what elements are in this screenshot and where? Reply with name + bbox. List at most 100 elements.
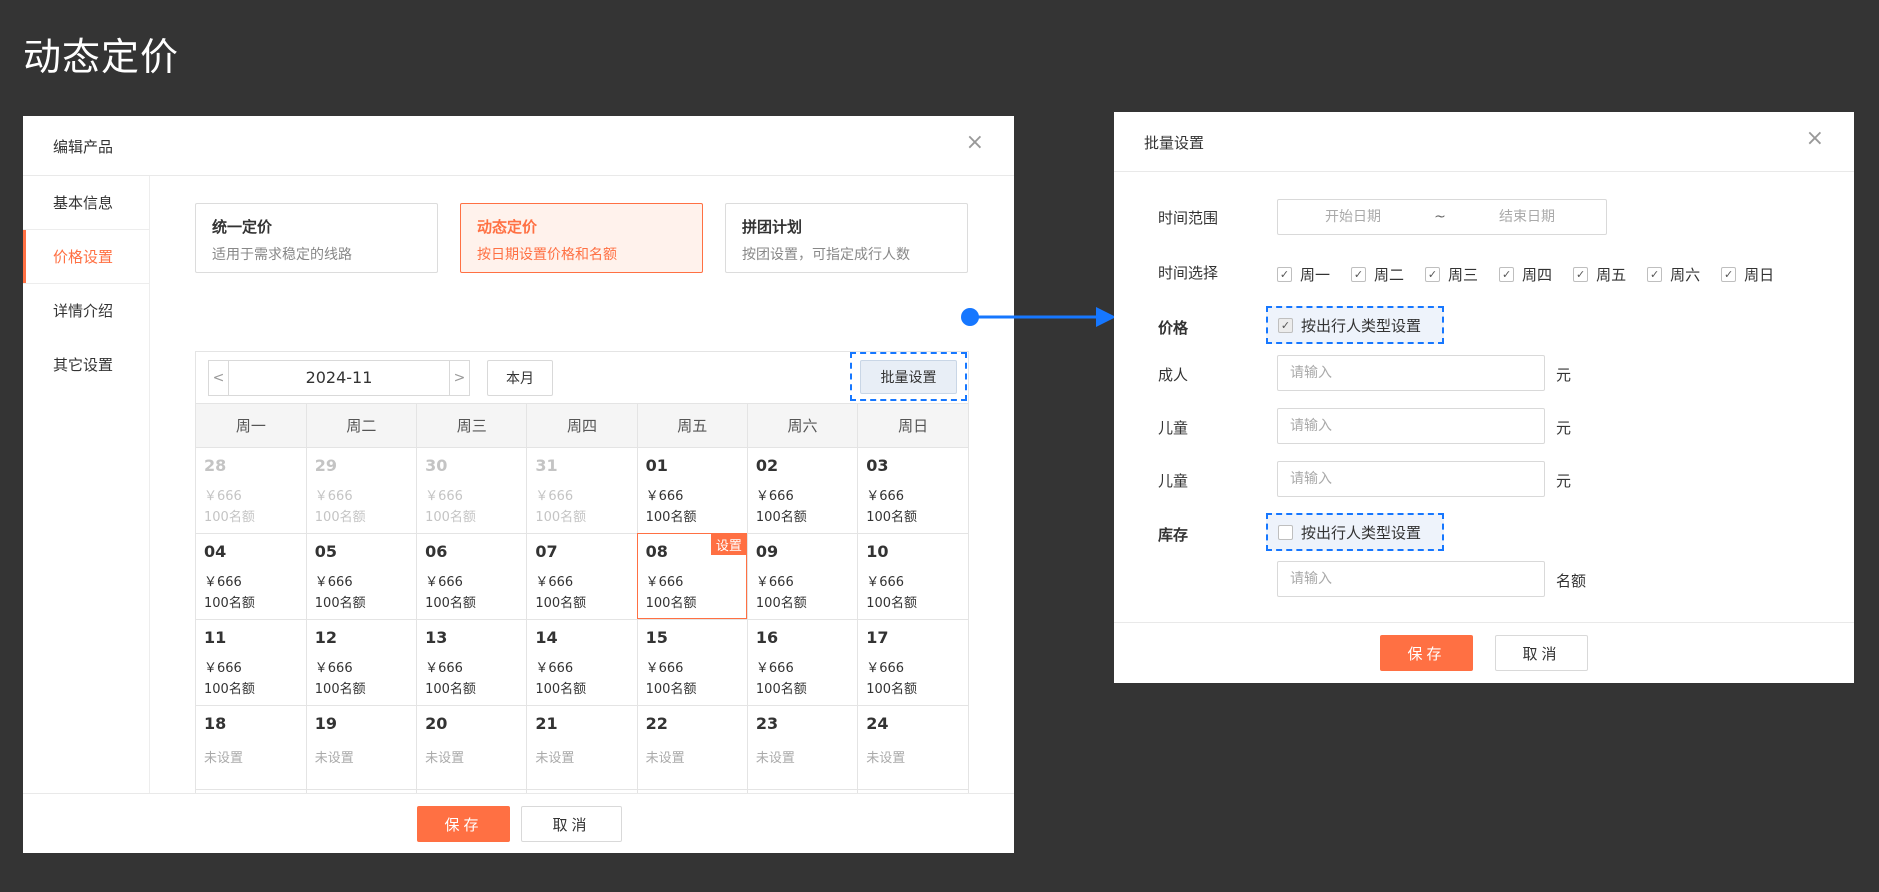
next-month-button[interactable]: > [449,361,469,395]
calendar-day-cell[interactable]: 28 ￥666 100名额 [196,446,307,534]
calendar-day-cell[interactable]: 08 ￥666 100名额 设置 [636,532,748,620]
calendar-day-cell[interactable]: 18 未设置 [196,704,307,790]
calendar-week-row: 28 ￥666 100名额 29 ￥666 100名额 30 ￥666 100名额 31 ￥666 1… [196,446,968,534]
calendar-day-cell[interactable]: 07 ￥666 100名额 [526,532,638,620]
save-button[interactable]: 保存 [1380,635,1473,671]
calendar-day-cell[interactable]: 23 未设置 [746,704,859,790]
adult-price-unit: 元 [1556,366,1572,384]
set-tag-button[interactable]: 设置 [710,533,747,555]
calendar-toolbar: < 2024-11 > 本月 批量设置 [196,352,968,404]
side-menu-item-basic-info[interactable]: 基本信息 [23,176,149,230]
day-price: ￥666 [425,488,463,504]
weekday-checkbox[interactable]: ✓ 周六 [1647,264,1700,285]
weekday-checkbox[interactable]: ✓ 周日 [1721,264,1774,285]
day-quota: 100名额 [204,509,255,525]
weekday-header: 周六 [746,404,859,448]
checkbox-checked-icon: ✓ [1277,267,1292,282]
calendar-day-cell[interactable]: 15 ￥666 100名额 [636,618,748,706]
day-unset-status: 未设置 [535,750,575,766]
stock-quota-input[interactable] [1277,561,1545,597]
day-number: 01 [645,455,668,475]
day-number: 07 [535,541,558,561]
day-number: 31 [535,455,558,475]
side-menu-item-other-settings[interactable]: 其它设置 [23,338,149,392]
calendar-day-cell[interactable]: 10 ￥666 100名额 [857,532,968,620]
time-select-label: 时间选择 [1158,264,1219,282]
mode-card-dynamic[interactable]: 动态定价 按日期设置价格和名额 [460,203,703,273]
adult-label: 成人 [1158,366,1189,384]
day-price: ￥666 [314,488,353,504]
current-month[interactable]: 2024-11 [229,361,449,395]
day-quota: 100名额 [535,595,587,611]
mode-card-title: 动态定价 [477,218,538,236]
child-label: 儿童 [1158,472,1189,490]
calendar-day-cell[interactable]: 31 ￥666 100名额 [526,446,638,534]
calendar-day-cell[interactable]: 05 ￥666 100名额 [305,532,418,620]
start-date-input[interactable] [1278,209,1428,225]
calendar-day-cell[interactable]: 11 ￥666 100名额 [196,618,307,706]
weekday-checkbox[interactable]: ✓ 周四 [1499,264,1552,285]
day-number: 11 [204,627,227,647]
calendar-day-cell[interactable]: 19 未设置 [305,704,418,790]
day-number: 30 [425,455,448,475]
calendar-day-cell[interactable]: 22 未设置 [636,704,748,790]
close-icon[interactable]: × [966,130,984,155]
weekday-checkbox[interactable]: ✓ 周五 [1573,264,1626,285]
end-date-input[interactable] [1452,209,1602,225]
calendar-week-row: 04 ￥666 100名额 05 ￥666 100名额 06 ￥666 100名额 07 ￥666 1… [196,532,968,620]
cancel-button[interactable]: 取消 [521,806,622,842]
mode-card-unified[interactable]: 统一定价 适用于需求稳定的线路 [195,203,438,273]
day-quota: 100名额 [314,681,366,697]
close-icon[interactable]: × [1806,126,1824,151]
month-picker: < 2024-11 > [208,360,470,396]
weekday-checkbox[interactable]: ✓ 周三 [1425,264,1478,285]
weekday-checkbox-label: 周三 [1448,266,1479,284]
calendar-day-cell[interactable]: 29 ￥666 100名额 [305,446,418,534]
stock-by-traveler-type-checkbox[interactable]: 按出行人类型设置 [1266,513,1444,551]
side-menu-item-price-settings[interactable]: 价格设置 [23,230,149,284]
save-button[interactable]: 保存 [417,806,510,842]
day-price: ￥666 [314,660,353,676]
day-quota: 100名额 [645,681,697,697]
child-label: 儿童 [1158,419,1189,437]
calendar-day-cell[interactable]: 03 ￥666 100名额 [857,446,968,534]
calendar-day-cell[interactable]: 21 未设置 [526,704,638,790]
child-price-input-2[interactable] [1277,461,1545,497]
dialog-title: 批量设置 [1144,134,1205,152]
cancel-button[interactable]: 取消 [1495,635,1588,671]
day-price: ￥666 [755,660,794,676]
calendar-day-cell[interactable]: 02 ￥666 100名额 [746,446,859,534]
batch-settings-button[interactable]: 批量设置 [860,360,957,394]
calendar-day-cell[interactable]: 13 ￥666 100名额 [416,618,528,706]
side-menu-item-details[interactable]: 详情介绍 [23,284,149,338]
mode-card-title: 统一定价 [212,218,273,236]
day-price: ￥666 [204,660,242,676]
calendar-day-cell[interactable]: 01 ￥666 100名额 [636,446,748,534]
calendar-day-cell[interactable]: 06 ￥666 100名额 [416,532,528,620]
day-price: ￥666 [645,574,684,590]
adult-price-input[interactable] [1277,355,1545,391]
calendar-day-cell[interactable]: 14 ￥666 100名额 [526,618,638,706]
day-number: 15 [645,627,668,647]
price-by-traveler-type-checkbox[interactable]: ✓ 按出行人类型设置 [1266,306,1444,344]
calendar-day-cell[interactable]: 04 ￥666 100名额 [196,532,307,620]
day-number: 10 [866,541,889,561]
prev-month-button[interactable]: < [209,361,229,395]
weekday-checkbox[interactable]: ✓ 周二 [1351,264,1404,285]
checkbox-icon: ✓ [1278,317,1293,333]
day-quota: 100名额 [535,681,587,697]
day-number: 04 [204,541,227,561]
calendar-day-cell[interactable]: 12 ￥666 100名额 [305,618,418,706]
mode-card-group-plan[interactable]: 拼团计划 按团设置，可指定成行人数 [725,203,968,273]
calendar-day-cell[interactable]: 30 ￥666 100名额 [416,446,528,534]
calendar-day-cell[interactable]: 16 ￥666 100名额 [746,618,859,706]
day-quota: 100名额 [314,595,366,611]
calendar-day-cell[interactable]: 17 ￥666 100名额 [857,618,968,706]
calendar-day-cell[interactable]: 09 ￥666 100名额 [746,532,859,620]
day-number: 06 [425,541,448,561]
child-price-input[interactable] [1277,408,1545,444]
this-month-button[interactable]: 本月 [487,360,553,396]
weekday-checkbox[interactable]: ✓ 周一 [1277,264,1330,285]
calendar-day-cell[interactable]: 24 未设置 [857,704,968,790]
calendar-day-cell[interactable]: 20 未设置 [416,704,528,790]
